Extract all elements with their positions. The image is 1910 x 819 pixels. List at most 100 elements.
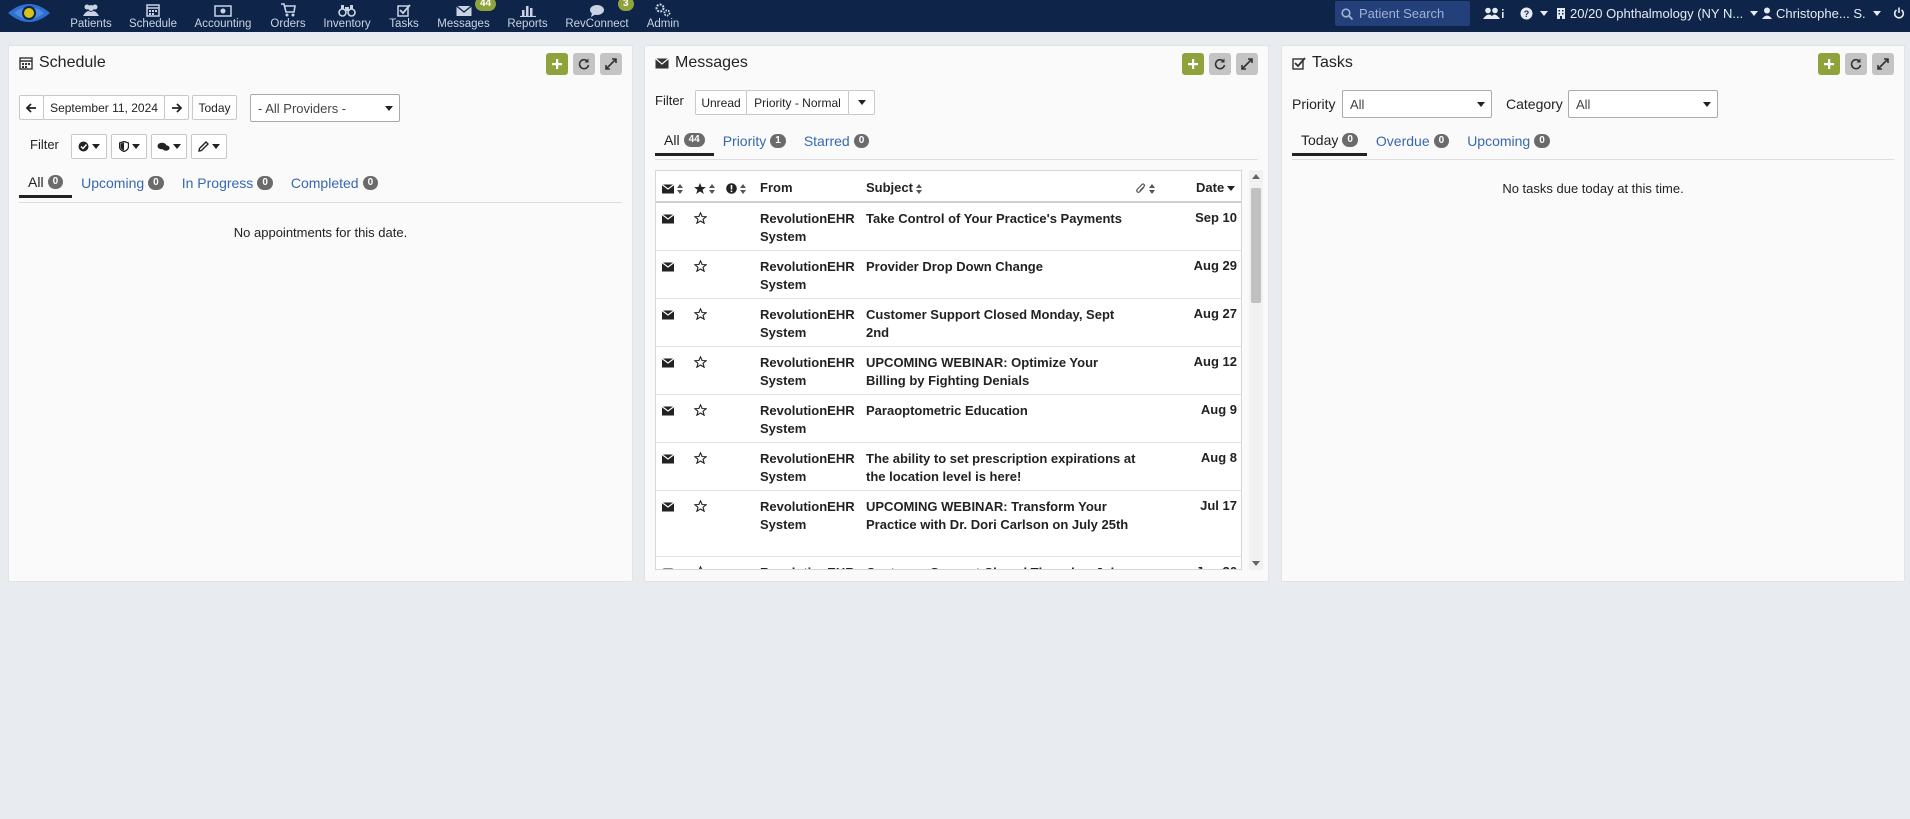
message-subject[interactable]: Customer Support Closed Thursday, July [866, 564, 1136, 569]
messages-panel: Messages Filter Unread Priority - Normal… [644, 45, 1269, 582]
unread-envelope-icon[interactable] [662, 406, 674, 416]
nav-revconnect[interactable]: RevConnect 3 [564, 0, 634, 32]
unread-envelope-icon[interactable] [662, 310, 674, 320]
building-icon [1556, 7, 1566, 19]
patient-search-input[interactable]: Patient Search [1335, 1, 1470, 26]
refresh-button[interactable] [1845, 53, 1867, 75]
expand-button[interactable] [600, 53, 622, 75]
priority-dropdown-toggle[interactable] [848, 90, 875, 115]
tab-completed[interactable]: Completed 0 [282, 168, 387, 198]
tab-all[interactable]: All 0 [19, 168, 73, 198]
table-row[interactable]: RevolutionEHR System Paraoptometric Educa… [656, 395, 1241, 443]
star-icon[interactable] [694, 500, 707, 512]
unread-envelope-icon[interactable] [662, 358, 674, 368]
unread-envelope-icon[interactable] [662, 568, 674, 569]
table-row[interactable]: RevolutionEHR System UPCOMING WEBINAR: Op… [656, 347, 1241, 395]
tab-starred[interactable]: Starred 0 [795, 126, 878, 156]
comments-filter-dropdown[interactable] [151, 134, 187, 159]
unread-envelope-icon[interactable] [662, 502, 674, 512]
message-date: Aug 12 [1193, 354, 1237, 369]
refresh-button[interactable] [1209, 53, 1231, 75]
table-row[interactable]: RevolutionEHR System The ability to set p… [656, 443, 1241, 491]
star-icon[interactable] [694, 212, 707, 224]
star-icon[interactable] [694, 404, 707, 416]
tab-upcoming[interactable]: Upcoming 0 [1458, 126, 1559, 156]
new-message-button[interactable] [1182, 53, 1204, 75]
help-menu-button[interactable]: ? [1520, 0, 1548, 26]
refresh-button[interactable] [573, 53, 595, 75]
unread-envelope-icon[interactable] [662, 214, 674, 224]
tab-all[interactable]: All 44 [655, 126, 714, 156]
tab-overdue[interactable]: Overdue 0 [1367, 126, 1458, 156]
logout-button[interactable] [1893, 0, 1905, 26]
starred-column-sort[interactable] [694, 180, 715, 195]
message-subject[interactable]: Customer Support Closed Monday, Sept 2nd [866, 306, 1136, 342]
nav-patients[interactable]: Patients [70, 0, 112, 32]
expand-button[interactable] [1872, 53, 1894, 75]
nav-accounting[interactable]: Accounting [193, 0, 253, 32]
tab-priority[interactable]: Priority 1 [714, 126, 795, 156]
subject-column-sort[interactable]: Subject [866, 180, 922, 195]
table-row[interactable]: RevolutionEHR System Take Control of Your… [656, 203, 1241, 251]
prev-date-button[interactable] [19, 95, 44, 120]
star-icon[interactable] [694, 308, 707, 320]
panel-title-text: Schedule [39, 54, 106, 71]
scroll-down-icon[interactable] [1252, 561, 1260, 566]
insurance-filter-dropdown[interactable] [111, 134, 147, 159]
read-status-column-sort[interactable] [662, 180, 683, 195]
priority-filter-button[interactable]: Priority - Normal [746, 90, 849, 115]
today-button[interactable]: Today [192, 95, 237, 120]
unread-envelope-icon[interactable] [662, 454, 674, 464]
expand-button[interactable] [1236, 53, 1258, 75]
tab-upcoming[interactable]: Upcoming 0 [72, 168, 173, 198]
tab-today[interactable]: Today 0 [1292, 126, 1367, 156]
star-icon[interactable] [694, 452, 707, 464]
nav-tasks[interactable]: Tasks [388, 0, 420, 32]
date-column-sort[interactable]: Date [1196, 180, 1236, 195]
category-select[interactable]: All [1568, 90, 1718, 118]
table-row[interactable]: RevolutionEHR System UPCOMING WEBINAR: Tr… [656, 491, 1241, 557]
tab-in-progress[interactable]: In Progress 0 [173, 168, 282, 198]
priority-column-sort[interactable] [726, 180, 746, 195]
table-row[interactable]: RevolutionEHR System Customer Support Clo… [656, 299, 1241, 347]
message-subject[interactable]: The ability to set prescription expirati… [866, 450, 1136, 486]
next-date-button[interactable] [164, 95, 189, 120]
priority-select[interactable]: All [1342, 90, 1492, 118]
location-selector[interactable]: 20/20 Ophthalmology (NY N... [1556, 0, 1759, 26]
scrollbar-thumb[interactable] [1251, 188, 1261, 303]
star-icon[interactable] [694, 566, 707, 569]
table-row[interactable]: RevolutionEHR System Customer Support Clo… [656, 557, 1241, 569]
add-task-button[interactable] [1818, 53, 1840, 75]
star-icon[interactable] [694, 356, 707, 368]
nav-orders[interactable]: Orders [266, 0, 310, 32]
app-logo[interactable] [6, 0, 52, 26]
table-row[interactable]: RevolutionEHR System Provider Drop Down C… [656, 251, 1241, 299]
staff-menu-button[interactable] [1482, 0, 1504, 26]
message-subject[interactable]: Take Control of Your Practice's Payments [866, 210, 1136, 228]
message-subject[interactable]: UPCOMING WEBINAR: Optimize Your Billing … [866, 354, 1136, 390]
attachment-column-sort[interactable] [1136, 180, 1155, 195]
from-column-header[interactable]: From [760, 180, 793, 195]
messages-filter-label: Filter [655, 93, 684, 108]
nav-inventory[interactable]: Inventory [322, 0, 372, 32]
user-menu[interactable]: Christophe... S. [1762, 0, 1881, 26]
unread-envelope-icon[interactable] [662, 262, 674, 272]
nav-messages[interactable]: Messages 44 [436, 0, 497, 32]
date-picker-input[interactable]: September 11, 2024 [43, 95, 165, 120]
scroll-up-icon[interactable] [1252, 174, 1260, 179]
chevron-down-icon [212, 144, 220, 149]
unread-filter-button[interactable]: Unread [695, 90, 747, 115]
message-subject[interactable]: Provider Drop Down Change [866, 258, 1136, 276]
add-appointment-button[interactable] [546, 53, 568, 75]
nav-schedule[interactable]: Schedule [128, 0, 178, 32]
message-subject[interactable]: UPCOMING WEBINAR: Transform Your Practic… [866, 498, 1136, 534]
provider-select[interactable]: - All Providers - [250, 94, 400, 122]
message-subject[interactable]: Paraoptometric Education [866, 402, 1136, 420]
status-filter-dropdown[interactable] [71, 134, 107, 159]
expand-icon [605, 58, 617, 70]
edit-filter-dropdown[interactable] [191, 134, 227, 159]
messages-scrollbar[interactable] [1249, 170, 1263, 570]
nav-admin[interactable]: Admin [645, 0, 681, 32]
nav-reports[interactable]: Reports [505, 0, 550, 32]
star-icon[interactable] [694, 260, 707, 272]
